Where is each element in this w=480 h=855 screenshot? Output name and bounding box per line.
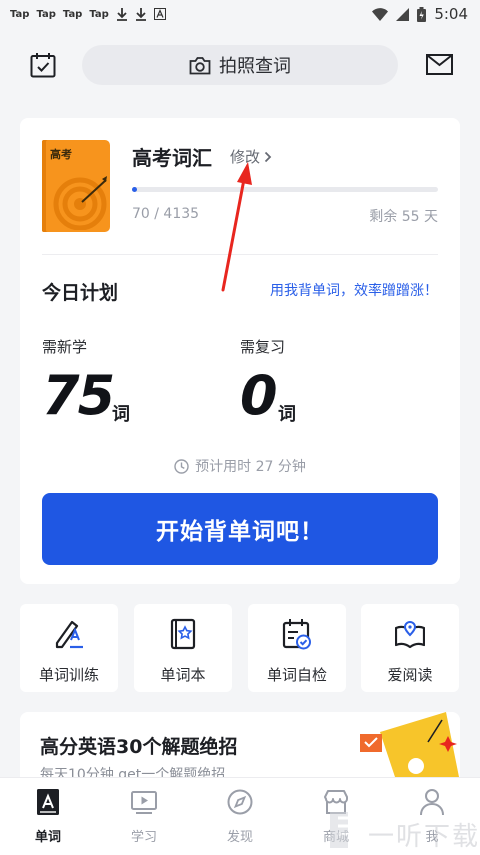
promo-title: 高分英语30个解题绝招: [40, 736, 238, 758]
watermark-logo-icon: [330, 812, 354, 848]
camera-icon: [189, 56, 211, 74]
progress-bar: [132, 187, 438, 192]
calendar-check-icon[interactable]: [30, 52, 56, 78]
plan-title: 今日计划: [42, 282, 119, 304]
nav-label: 单词: [34, 830, 61, 845]
pencil-icon: [55, 620, 83, 649]
annotation-arrow: [221, 162, 252, 292]
download-icon: [135, 7, 146, 21]
photo-search-bar[interactable]: 拍照查词: [82, 45, 398, 85]
book-cover-label: 高考: [50, 148, 72, 161]
remaining-days: 剩余 55 天: [369, 209, 438, 225]
wifi-icon: [372, 7, 389, 21]
estimated-time-text: 预计用时 27 分钟: [195, 459, 306, 475]
signal-icon: [396, 7, 410, 21]
word-a-icon: [37, 789, 59, 815]
plan-slogan: 用我背单词，效率蹭蹭涨！: [270, 283, 438, 299]
nav-item-study[interactable]: 学习: [96, 778, 192, 855]
compass-icon: [227, 789, 253, 815]
notification-tap-1: Tap: [10, 8, 30, 20]
tile-self-check[interactable]: 单词自检: [248, 604, 346, 692]
tile-label: 单词训练: [38, 666, 99, 684]
new-words-label: 需新学: [42, 338, 88, 356]
chevron-right-icon: [264, 151, 272, 162]
photo-search-label: 拍照查词: [219, 56, 291, 77]
book-title: 高考词汇: [132, 146, 212, 170]
battery-icon: [417, 6, 427, 22]
progress-bar-fill: [132, 187, 138, 192]
nav-label: 学习: [130, 830, 157, 845]
book-cover[interactable]: 高考: [42, 140, 110, 232]
nav-label: 发现: [226, 830, 253, 845]
tile-label: 爱阅读: [387, 666, 433, 684]
site-watermark: 一听下载: [326, 806, 480, 854]
estimated-time: 预计用时 27 分钟: [20, 456, 460, 476]
wordbook-icon: [170, 618, 196, 650]
watermark-text: 一听下载: [368, 822, 480, 852]
new-words-unit: 词: [112, 404, 130, 425]
notification-tap-4: Tap: [89, 8, 109, 20]
clock-icon: [174, 458, 189, 474]
tile-word-training[interactable]: 单词训练: [20, 604, 118, 692]
tile-reading[interactable]: 爱阅读: [361, 604, 459, 692]
review-words-unit: 词: [278, 404, 296, 425]
review-words-label: 需复习: [240, 338, 286, 356]
start-learning-button[interactable]: 开始背单词吧！: [42, 493, 438, 565]
review-words-count: 0: [240, 364, 278, 427]
tile-label: 单词本: [160, 666, 206, 684]
new-words-count: 75: [42, 364, 115, 427]
mail-icon[interactable]: [426, 54, 453, 75]
status-bar: Tap Tap Tap Tap 5:04: [0, 0, 480, 28]
video-icon: [131, 791, 157, 814]
tile-wordbook[interactable]: 单词本: [134, 604, 232, 692]
download-icon: [116, 7, 127, 21]
notification-icons: Tap Tap Tap Tap: [10, 7, 166, 21]
app-a-icon: [153, 8, 166, 20]
header: 拍照查词: [0, 40, 480, 90]
nav-item-words[interactable]: 单词: [0, 778, 96, 855]
tile-label: 单词自检: [266, 666, 327, 684]
target-icon: [53, 176, 107, 230]
open-book-icon: [395, 620, 425, 649]
notification-tap-2: Tap: [36, 8, 56, 20]
status-time: 5:04: [434, 5, 468, 23]
notification-tap-3: Tap: [62, 8, 83, 20]
progress-count: 70 / 4135: [132, 206, 200, 222]
calendar-check-icon: [282, 619, 311, 650]
nav-item-discover[interactable]: 发现: [192, 778, 288, 855]
system-icons: 5:04: [372, 5, 468, 23]
